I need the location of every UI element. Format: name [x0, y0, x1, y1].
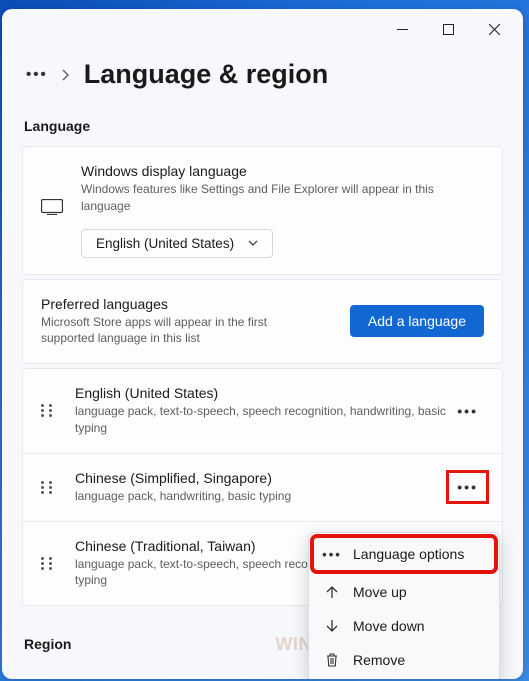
- section-label-language: Language: [24, 118, 503, 134]
- menu-move-up[interactable]: Move up: [313, 575, 495, 609]
- arrow-up-icon: [323, 585, 341, 599]
- display-language-desc: Windows features like Settings and File …: [81, 181, 484, 215]
- language-item[interactable]: English (United States) language pack, t…: [23, 369, 502, 453]
- breadcrumb-more-icon[interactable]: •••: [26, 66, 48, 83]
- display-language-card: Windows display language Windows feature…: [22, 146, 503, 275]
- more-button[interactable]: •••: [451, 399, 484, 423]
- ellipsis-icon: •••: [323, 547, 341, 562]
- menu-item-label: Remove: [353, 652, 405, 668]
- display-language-dropdown[interactable]: English (United States): [81, 229, 273, 258]
- menu-item-label: Move up: [353, 584, 407, 600]
- titlebar: [2, 9, 523, 49]
- settings-window: ••• Language & region Language Windows d…: [2, 9, 523, 679]
- more-button[interactable]: •••: [451, 475, 484, 499]
- drag-handle-icon[interactable]: [41, 404, 55, 417]
- chevron-right-icon: [62, 69, 70, 81]
- language-features: language pack, text-to-speech, speech re…: [75, 403, 451, 437]
- menu-language-options[interactable]: ••• Language options: [313, 537, 495, 571]
- language-item[interactable]: Chinese (Simplified, Singapore) language…: [23, 453, 502, 521]
- menu-item-label: Move down: [353, 618, 425, 634]
- add-language-button[interactable]: Add a language: [350, 305, 484, 337]
- breadcrumb: ••• Language & region: [26, 59, 503, 90]
- close-button[interactable]: [471, 13, 517, 45]
- page-title: Language & region: [84, 59, 329, 90]
- arrow-down-icon: [323, 619, 341, 633]
- display-language-value: English (United States): [96, 236, 234, 251]
- chevron-down-icon: [248, 240, 258, 246]
- drag-handle-icon[interactable]: [41, 481, 55, 494]
- menu-move-down[interactable]: Move down: [313, 609, 495, 643]
- language-context-menu: ••• Language options Move up Move down R…: [308, 532, 500, 679]
- display-icon: [41, 199, 63, 217]
- language-features: language pack, handwriting, basic typing: [75, 488, 451, 505]
- menu-item-label: Language options: [353, 546, 464, 562]
- drag-handle-icon[interactable]: [41, 557, 55, 570]
- maximize-button[interactable]: [425, 13, 471, 45]
- preferred-title: Preferred languages: [41, 296, 321, 312]
- language-name: Chinese (Simplified, Singapore): [75, 470, 451, 486]
- preferred-languages-card: Preferred languages Microsoft Store apps…: [22, 279, 503, 365]
- menu-remove[interactable]: Remove: [313, 643, 495, 677]
- minimize-button[interactable]: [379, 13, 425, 45]
- language-name: English (United States): [75, 385, 451, 401]
- display-language-title: Windows display language: [81, 163, 484, 179]
- trash-icon: [323, 653, 341, 667]
- preferred-desc: Microsoft Store apps will appear in the …: [41, 314, 321, 348]
